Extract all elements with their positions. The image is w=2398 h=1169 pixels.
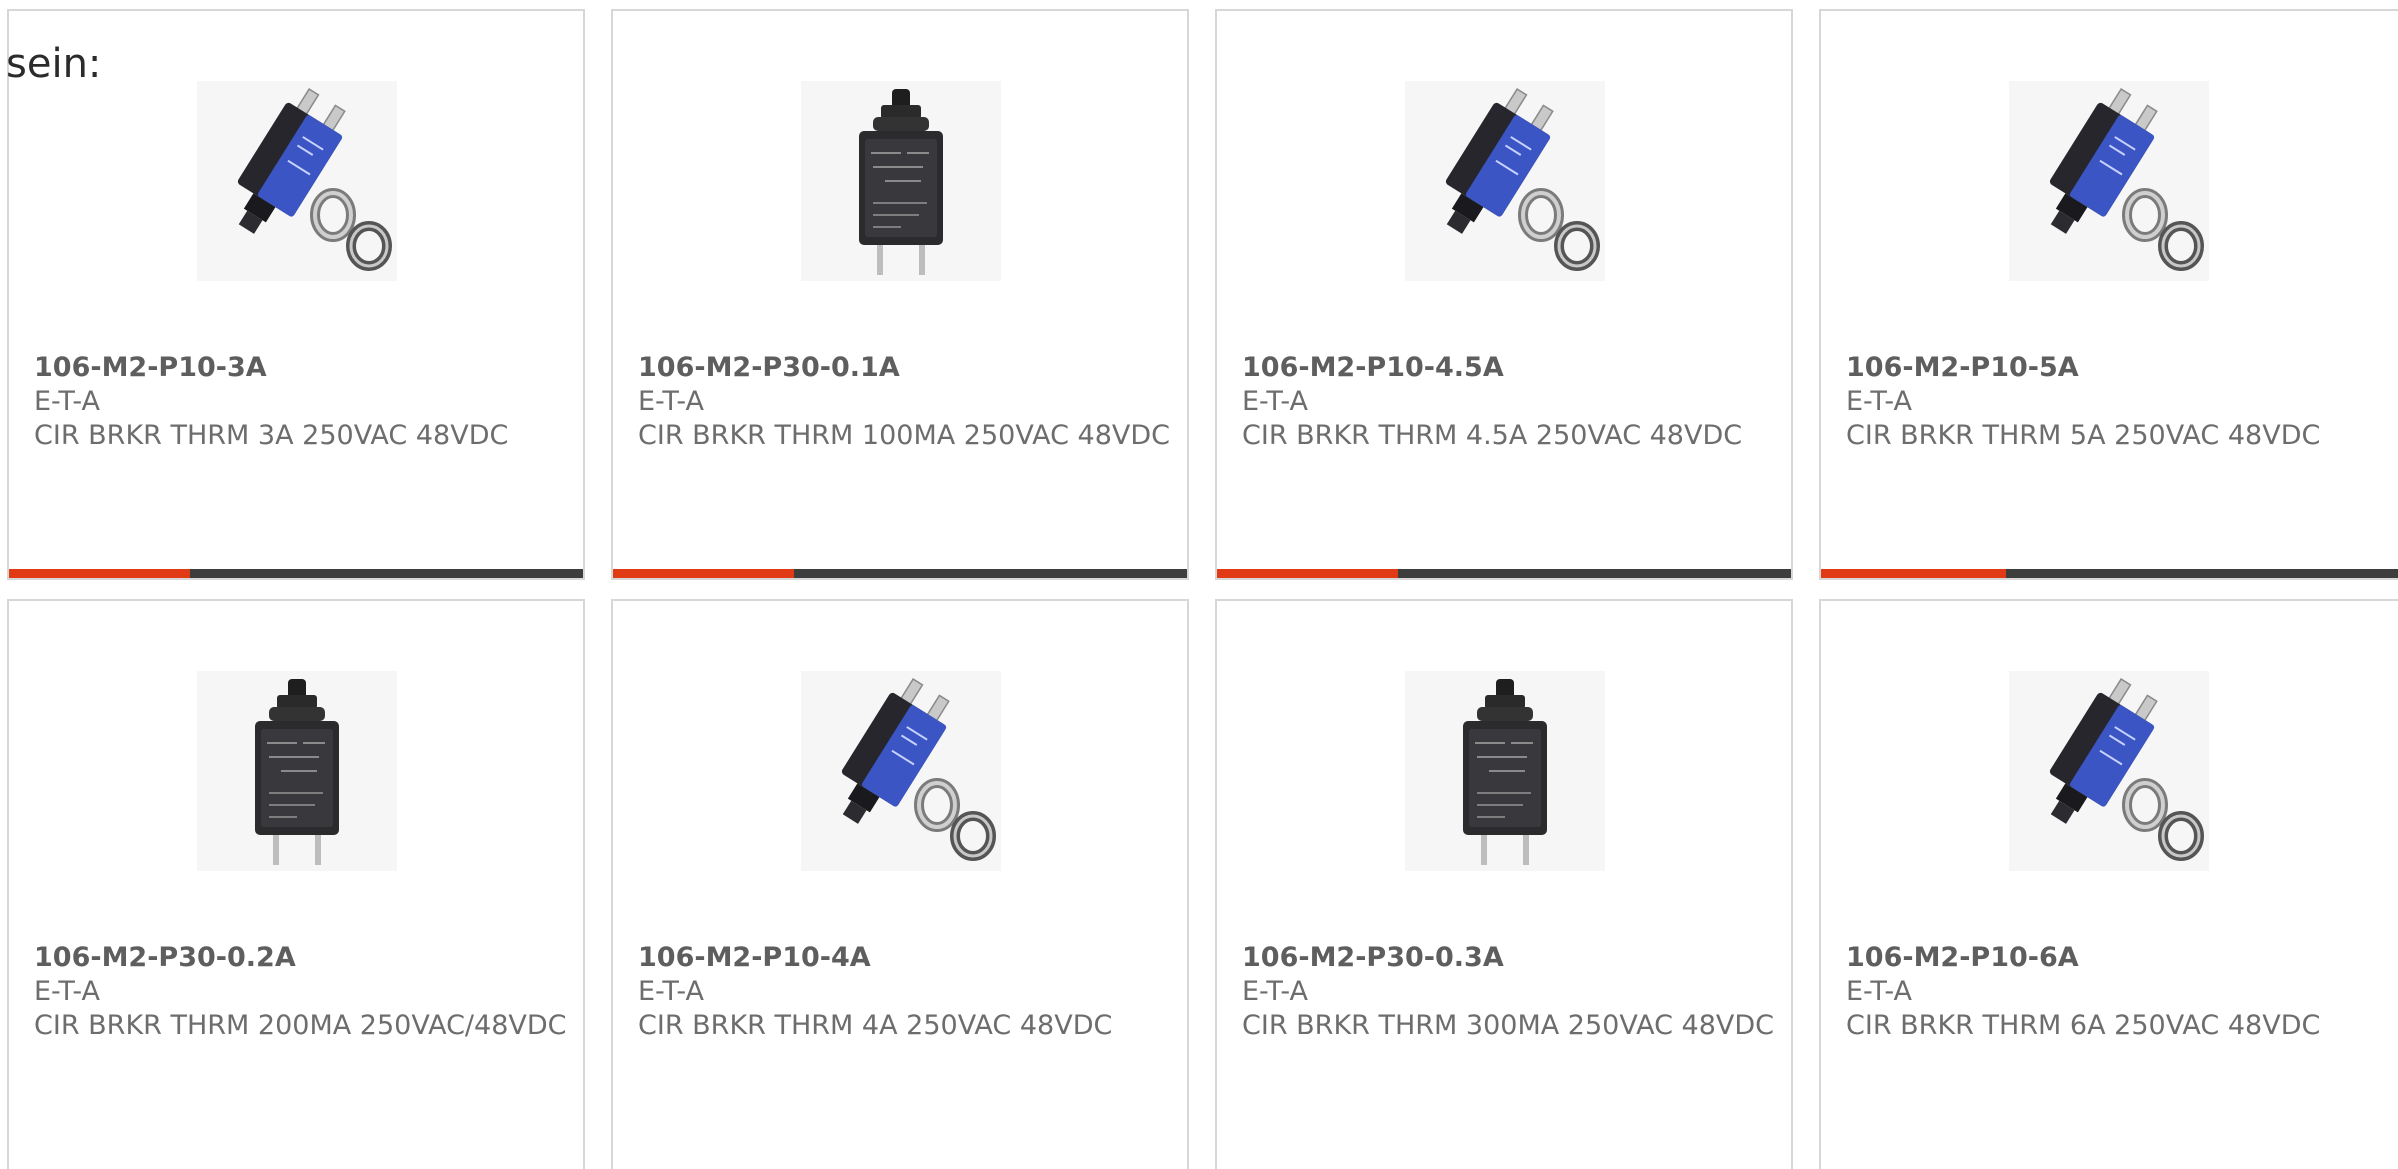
breaker-panel-mount-icon[interactable] [801,671,1001,871]
progress-fill [9,569,190,578]
description-label: CIR BRKR THRM 300MA 250VAC 48VDC [1242,1010,1774,1041]
manufacturer-label: E-T-A [34,386,100,417]
product-info: 106-M2-P10-6A E-T-A CIR BRKR THRM 6A 250… [1846,941,2386,1043]
description-label: CIR BRKR THRM 5A 250VAC 48VDC [1846,420,2321,451]
part-number-link[interactable]: 106-M2-P10-4.5A [1242,351,1782,385]
manufacturer-label: E-T-A [638,386,704,417]
manufacturer-label: E-T-A [638,976,704,1007]
description-label: CIR BRKR THRM 6A 250VAC 48VDC [1846,1010,2321,1041]
progress-fill [1821,569,2007,578]
product-card[interactable]: 106-M2-P30-0.1A E-T-A CIR BRKR THRM 100M… [611,9,1189,580]
product-card[interactable]: 106-M2-P30-0.2A E-T-A CIR BRKR THRM 200M… [7,599,585,1169]
description-label: CIR BRKR THRM 100MA 250VAC 48VDC [638,420,1170,451]
progress-bar [613,569,1187,578]
part-number-link[interactable]: 106-M2-P10-3A [34,351,574,385]
product-info: 106-M2-P30-0.1A E-T-A CIR BRKR THRM 100M… [638,351,1178,453]
progress-bar [1821,569,2398,578]
part-number-link[interactable]: 106-M2-P30-0.3A [1242,941,1782,975]
manufacturer-label: E-T-A [34,976,100,1007]
product-card[interactable]: 106-M2-P30-0.3A E-T-A CIR BRKR THRM 300M… [1215,599,1793,1169]
product-info: 106-M2-P10-4.5A E-T-A CIR BRKR THRM 4.5A… [1242,351,1782,453]
progress-fill [1217,569,1398,578]
part-number-link[interactable]: 106-M2-P30-0.1A [638,351,1178,385]
description-label: CIR BRKR THRM 4A 250VAC 48VDC [638,1010,1113,1041]
manufacturer-label: E-T-A [1242,386,1308,417]
manufacturer-label: E-T-A [1846,386,1912,417]
part-number-link[interactable]: 106-M2-P10-4A [638,941,1178,975]
part-number-link[interactable]: 106-M2-P10-5A [1846,351,2386,385]
product-info: 106-M2-P10-5A E-T-A CIR BRKR THRM 5A 250… [1846,351,2386,453]
product-info: 106-M2-P30-0.3A E-T-A CIR BRKR THRM 300M… [1242,941,1782,1043]
breaker-panel-mount-icon[interactable] [2009,81,2209,281]
breaker-panel-mount-icon[interactable] [197,81,397,281]
breaker-pushbutton-icon[interactable] [801,81,1001,281]
product-info: 106-M2-P10-4A E-T-A CIR BRKR THRM 4A 250… [638,941,1178,1043]
product-info: 106-M2-P30-0.2A E-T-A CIR BRKR THRM 200M… [34,941,574,1043]
product-card[interactable]: 106-M2-P10-5A E-T-A CIR BRKR THRM 5A 250… [1819,9,2398,580]
description-label: CIR BRKR THRM 4.5A 250VAC 48VDC [1242,420,1743,451]
progress-bar [1217,569,1791,578]
product-card[interactable]: 106-M2-P10-6A E-T-A CIR BRKR THRM 6A 250… [1819,599,2398,1169]
intro-text: sein: [6,41,102,87]
product-info: 106-M2-P10-3A E-T-A CIR BRKR THRM 3A 250… [34,351,574,453]
breaker-panel-mount-icon[interactable] [2009,671,2209,871]
product-card[interactable]: 106-M2-P10-4A E-T-A CIR BRKR THRM 4A 250… [611,599,1189,1169]
manufacturer-label: E-T-A [1846,976,1912,1007]
product-card[interactable]: 106-M2-P10-3A E-T-A CIR BRKR THRM 3A 250… [7,9,585,580]
part-number-link[interactable]: 106-M2-P10-6A [1846,941,2386,975]
breaker-panel-mount-icon[interactable] [1405,81,1605,281]
breaker-pushbutton-icon[interactable] [1405,671,1605,871]
part-number-link[interactable]: 106-M2-P30-0.2A [34,941,574,975]
progress-fill [613,569,794,578]
breaker-pushbutton-icon[interactable] [197,671,397,871]
description-label: CIR BRKR THRM 200MA 250VAC/48VDC [34,1010,567,1041]
product-grid: 106-M2-P10-3A E-T-A CIR BRKR THRM 3A 250… [0,0,2398,1169]
product-card[interactable]: 106-M2-P10-4.5A E-T-A CIR BRKR THRM 4.5A… [1215,9,1793,580]
manufacturer-label: E-T-A [1242,976,1308,1007]
progress-bar [9,569,583,578]
description-label: CIR BRKR THRM 3A 250VAC 48VDC [34,420,509,451]
